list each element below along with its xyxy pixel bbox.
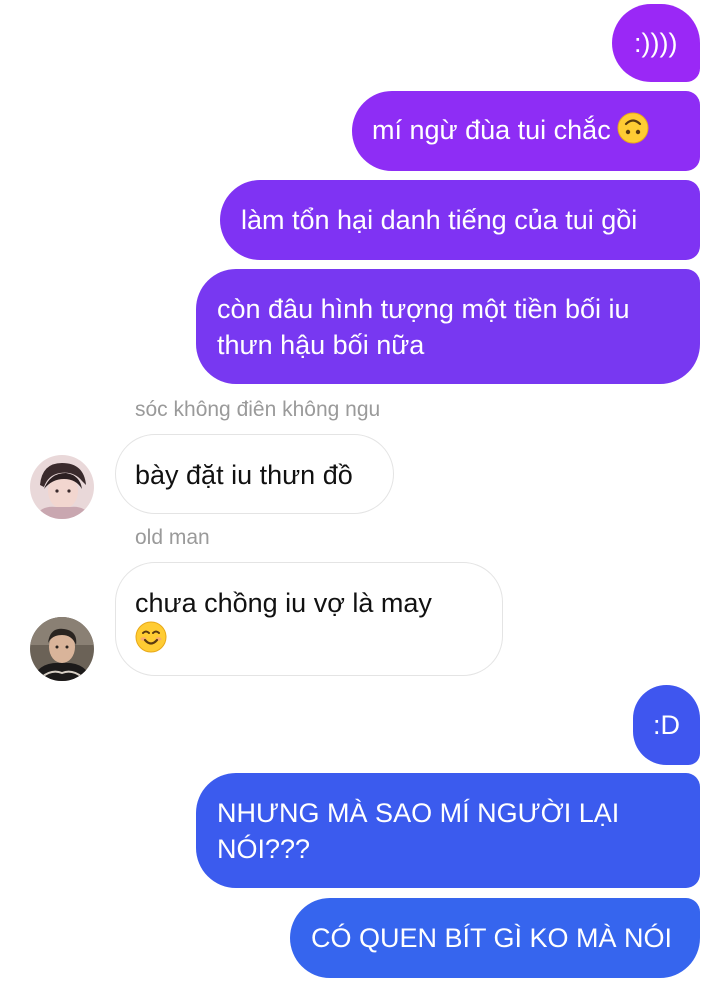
- avatar[interactable]: [30, 617, 94, 681]
- message-text: NHƯNG MÀ SAO MÍ NGƯỜI LẠI NÓI???: [217, 798, 620, 864]
- outgoing-message[interactable]: còn đâu hình tượng một tiền bối iu thưn …: [196, 269, 700, 384]
- sender-name: old man: [135, 526, 210, 549]
- message-text: :)))): [634, 28, 678, 58]
- message-text: CÓ QUEN BÍT GÌ KO MÀ NÓI: [311, 923, 673, 953]
- avatar-photo-1-icon: [30, 455, 94, 519]
- outgoing-message[interactable]: CÓ QUEN BÍT GÌ KO MÀ NÓI: [290, 898, 700, 978]
- outgoing-message[interactable]: NHƯNG MÀ SAO MÍ NGƯỜI LẠI NÓI???: [196, 773, 700, 888]
- avatar-photo-2-icon: [30, 617, 94, 681]
- message-text: bày đặt iu thưn đồ: [135, 460, 353, 490]
- outgoing-message[interactable]: :D: [633, 685, 700, 765]
- upside-down-face-icon: [617, 112, 649, 144]
- message-text: :D: [653, 710, 680, 740]
- outgoing-message[interactable]: mí ngừ đùa tui chắc: [352, 91, 700, 171]
- message-text: làm tổn hại danh tiếng của tui gồi: [241, 205, 638, 235]
- smiling-face-icon: [135, 621, 167, 653]
- outgoing-message[interactable]: :)))): [612, 4, 700, 82]
- outgoing-message[interactable]: làm tổn hại danh tiếng của tui gồi: [220, 180, 700, 260]
- incoming-message[interactable]: chưa chồng iu vợ là may: [115, 562, 503, 676]
- sender-name: sóc không điên không ngu: [135, 398, 381, 421]
- message-text: còn đâu hình tượng một tiền bối iu thưn …: [217, 294, 630, 360]
- message-text: chưa chồng iu vợ là may: [135, 588, 432, 618]
- incoming-message[interactable]: bày đặt iu thưn đồ: [115, 434, 394, 514]
- message-text: mí ngừ đùa tui chắc: [372, 115, 611, 145]
- avatar[interactable]: [30, 455, 94, 519]
